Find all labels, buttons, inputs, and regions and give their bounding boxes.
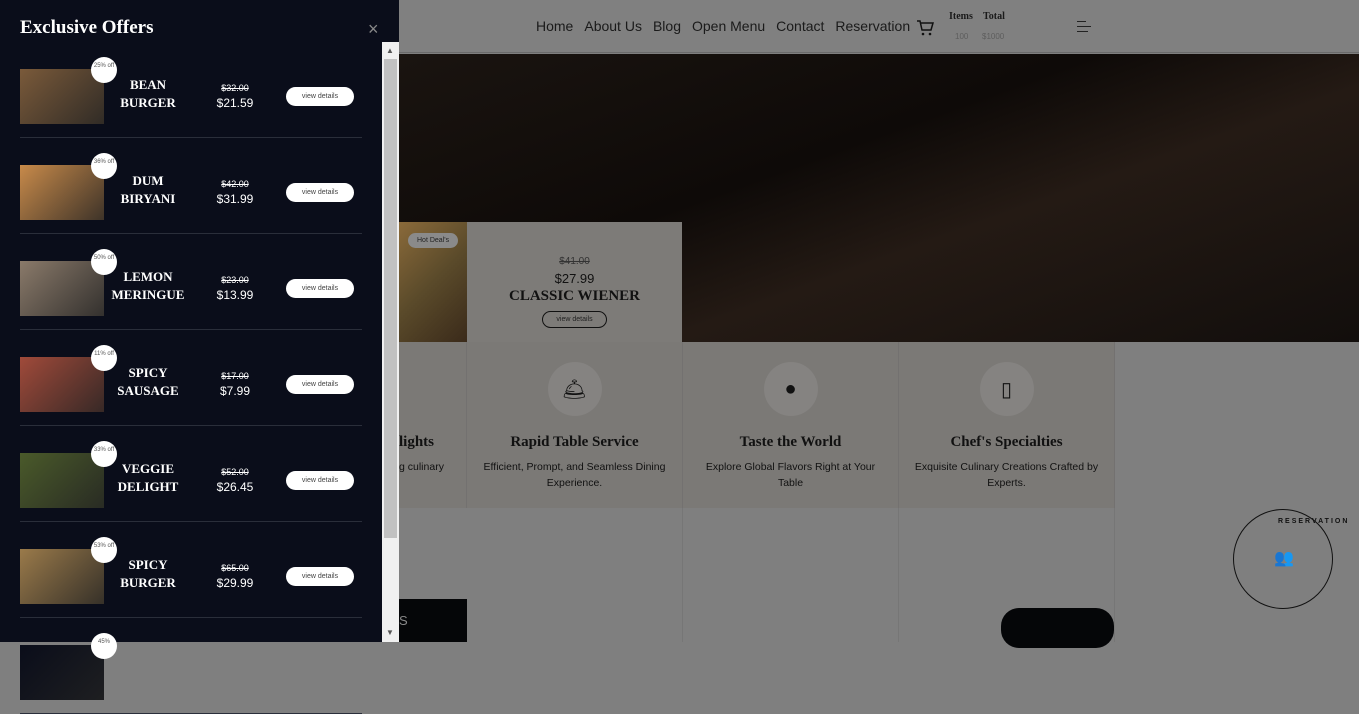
stamp-text: RESERVATION	[1278, 518, 1350, 525]
column-divider	[683, 508, 899, 642]
cart-items-label: Items	[949, 11, 973, 22]
nav-contact[interactable]: Contact	[776, 18, 824, 34]
view-details-button[interactable]: view details	[286, 87, 354, 106]
main-nav: Home About Us Blog Open Menu Contact Res…	[536, 18, 910, 34]
deal-old-price: $41.00	[559, 256, 590, 267]
feature-desc: Explore Global Flavors Right at Your Tab…	[705, 461, 876, 489]
offer-item: 25% off BEAN BURGER $32.00 $21.59 view d…	[20, 42, 362, 138]
offer-old-price: $23.00	[221, 275, 249, 285]
nav-blog[interactable]: Blog	[653, 18, 681, 34]
nav-home[interactable]: Home	[536, 18, 573, 34]
offer-price: $7.99	[219, 384, 251, 398]
deal-card: $41.00 $27.99 CLASSIC WIENER view detail…	[467, 222, 682, 342]
waiter-service-icon: 🛎	[547, 362, 602, 416]
feature-title: Rapid Table Service	[510, 434, 639, 450]
offer-name: DUM BIRYANI	[120, 173, 176, 206]
offer-image	[20, 645, 104, 700]
feature-desc: Efficient, Prompt, and Seamless Dining E…	[483, 461, 666, 489]
nav-open-menu[interactable]: Open Menu	[692, 18, 765, 34]
offer-item: 50% off LEMON MERINGUE $23.00 $13.99 vie…	[20, 234, 362, 330]
cart-total-value: $1000	[982, 32, 1005, 41]
offer-name: SPICY BURGER	[120, 557, 176, 590]
offer-image	[20, 165, 104, 220]
offer-old-price: $42.00	[221, 179, 249, 189]
feature-card: lights g culinary	[399, 342, 467, 508]
offer-item: 45%	[20, 618, 362, 714]
globe-icon: ●	[763, 362, 818, 416]
hamburger-menu-icon[interactable]	[1077, 21, 1091, 36]
offer-name: LEMON MERINGUE	[111, 269, 185, 302]
feature-card: ● Taste the World Explore Global Flavors…	[683, 342, 899, 508]
feature-title: lights	[399, 434, 435, 450]
offer-item: 36% off DUM BIRYANI $42.00 $31.99 view d…	[20, 138, 362, 234]
offer-price: $21.59	[216, 96, 254, 110]
section-button[interactable]: S	[399, 599, 467, 642]
offer-price: $31.99	[216, 192, 254, 206]
close-icon[interactable]: ×	[368, 20, 379, 38]
view-details-button[interactable]: view details	[286, 279, 354, 298]
exclusive-offers-panel: Exclusive Offers × 25% off BEAN BURGER $…	[0, 0, 399, 714]
column-divider	[467, 508, 683, 642]
offer-price: $29.99	[216, 576, 254, 590]
scroll-down-icon[interactable]: ▼	[386, 628, 394, 637]
offer-old-price: $17.00	[221, 371, 249, 381]
discount-badge: 45%	[91, 633, 117, 659]
feature-desc: Exquisite Culinary Creations Crafted by …	[914, 461, 1099, 489]
feature-title: Chef's Specialties	[950, 434, 1063, 450]
offer-image	[20, 549, 104, 604]
scroll-up-icon[interactable]: ▲	[386, 46, 394, 55]
offer-item: 53% off SPICY BURGER $65.00 $29.99 view …	[20, 522, 362, 618]
scrollbar[interactable]: ▲ ▼	[382, 42, 399, 642]
feature-title: Taste the World	[739, 434, 842, 450]
view-details-button[interactable]: view details	[286, 183, 354, 202]
feature-card: 🛎 Rapid Table Service Efficient, Prompt,…	[467, 342, 683, 508]
deal-name: CLASSIC WIENER	[508, 288, 640, 304]
deal-price: $27.99	[554, 271, 595, 286]
dining-table-icon: 👥	[1274, 550, 1294, 567]
cart-icon[interactable]	[916, 20, 934, 36]
cart-total-label: Total	[983, 11, 1005, 22]
offer-item: 33% off VEGGIE DELIGHT $52.00 $26.45 vie…	[20, 426, 362, 522]
view-details-button[interactable]: view details	[286, 471, 354, 490]
chef-jacket-icon: ▯	[979, 362, 1034, 416]
offer-price: $13.99	[216, 288, 254, 302]
offers-list: 25% off BEAN BURGER $32.00 $21.59 view d…	[20, 42, 362, 714]
offer-image	[20, 453, 104, 508]
view-details-button[interactable]: view details	[286, 375, 354, 394]
offer-image	[20, 69, 104, 124]
offer-old-price: $65.00	[221, 563, 249, 573]
reservation-stamp[interactable]: RESERVATION 👥	[1233, 509, 1347, 609]
cart-items-value: 100	[955, 32, 969, 41]
section-button-label: S	[399, 613, 408, 628]
feature-card: ▯ Chef's Specialties Exquisite Culinary …	[899, 342, 1115, 508]
nav-reservation[interactable]: Reservation	[835, 18, 910, 34]
scrollbar-thumb[interactable]	[384, 59, 397, 538]
offer-old-price: $32.00	[221, 83, 249, 93]
view-details-button[interactable]: view details	[286, 567, 354, 586]
deal-view-details-button[interactable]: view details	[542, 311, 607, 328]
offer-old-price: $52.00	[221, 467, 249, 477]
offer-item: 11% off SPICY SAUSAGE $17.00 $7.99 view …	[20, 330, 362, 426]
offer-name: SPICY SAUSAGE	[117, 365, 179, 398]
offer-name: BEAN BURGER	[120, 77, 176, 110]
offer-image	[20, 357, 104, 412]
feature-desc: g culinary	[399, 461, 444, 473]
action-button[interactable]	[1001, 608, 1114, 648]
panel-title: Exclusive Offers	[20, 17, 154, 38]
offer-price: $26.45	[216, 480, 254, 494]
hot-deal-badge: Hot Deal's	[408, 233, 459, 248]
offer-image	[20, 261, 104, 316]
nav-about[interactable]: About Us	[584, 18, 642, 34]
offer-name: VEGGIE DELIGHT	[117, 461, 179, 494]
